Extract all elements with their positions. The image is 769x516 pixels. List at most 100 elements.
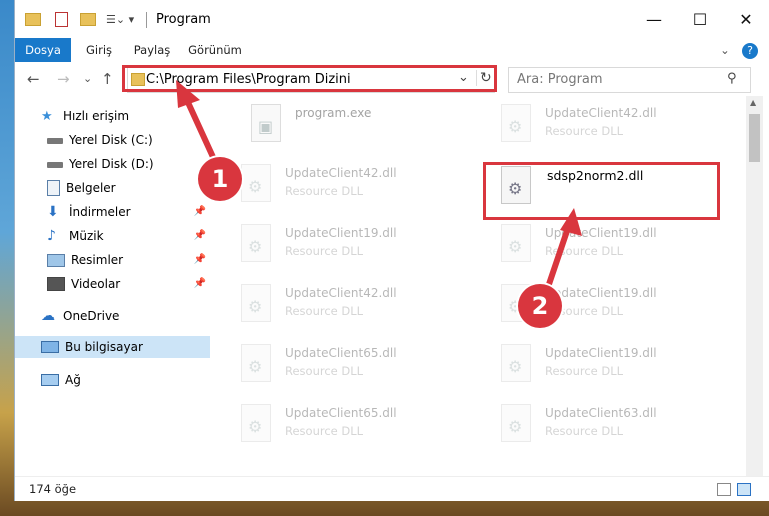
sidebar-item-label: Videolar: [71, 277, 121, 291]
pin-icon[interactable]: 📌: [194, 206, 206, 217]
music-icon: ♪: [47, 228, 56, 244]
cloud-icon: ☁: [41, 308, 55, 324]
file-item[interactable]: ⚙ UpdateClient42.dll Resource DLL: [211, 278, 446, 330]
ribbon-expand-icon[interactable]: ⌄: [715, 38, 735, 62]
sidebar-item-music[interactable]: ♪ Müzik 📌: [15, 225, 210, 247]
file-type: Resource DLL: [545, 124, 624, 138]
star-icon: ★: [41, 109, 53, 124]
sidebar-item-videos[interactable]: Videolar 📌: [15, 273, 210, 295]
up-button[interactable]: ↑: [101, 70, 114, 88]
sidebar-item-downloads[interactable]: ⬇ İndirmeler 📌: [15, 201, 210, 223]
step-marker-2: 2: [518, 284, 562, 328]
quick-access-toolbar: ☰⌄ ▾: [25, 10, 134, 28]
sidebar-item-label: Yerel Disk (D:): [69, 157, 154, 171]
pin-icon[interactable]: 📌: [194, 254, 206, 265]
file-item[interactable]: ⚙ UpdateClient42.dll Resource DLL: [471, 98, 706, 150]
sidebar-item-drive-c[interactable]: Yerel Disk (C:): [15, 129, 210, 151]
sidebar-item-label: Bu bilgisayar: [65, 340, 143, 354]
drive-icon: [47, 162, 63, 168]
search-box[interactable]: Ara: Program ⚲: [508, 67, 751, 93]
large-icons-view-icon[interactable]: [737, 483, 751, 496]
file-name: program.exe: [295, 106, 372, 120]
file-item[interactable]: ⚙ UpdateClient19.dll Resource DLL: [471, 278, 706, 330]
file-type: Resource DLL: [285, 364, 364, 378]
tab-file[interactable]: Dosya: [15, 38, 71, 62]
file-item[interactable]: ⚙ UpdateClient65.dll Resource DLL: [211, 338, 446, 390]
scroll-up-icon[interactable]: ▲: [750, 98, 756, 107]
drive-icon: [47, 138, 63, 144]
window-title: Program: [156, 12, 211, 27]
file-item[interactable]: ▣ program.exe: [221, 98, 456, 150]
tab-view[interactable]: Görünüm: [185, 38, 245, 62]
download-icon: ⬇: [47, 204, 59, 220]
minimize-button[interactable]: —: [631, 0, 677, 38]
dll-file-icon: ⚙: [241, 224, 271, 262]
status-bar: 174 öğe: [15, 476, 769, 501]
dll-file-icon: ⚙: [241, 164, 271, 202]
sidebar-item-label: OneDrive: [63, 309, 120, 323]
sidebar-item-this-pc[interactable]: Bu bilgisayar: [15, 336, 210, 358]
file-type: Resource DLL: [285, 304, 364, 318]
file-list: ▣ program.exe ⚙ UpdateClient42.dll Resou…: [211, 96, 746, 476]
sidebar-item-label: Resimler: [71, 253, 124, 267]
details-view-icon[interactable]: [717, 483, 731, 496]
tab-home[interactable]: Giriş: [77, 38, 121, 62]
file-item[interactable]: ⚙ UpdateClient63.dll Resource DLL: [471, 398, 706, 450]
sidebar-item-quick-access[interactable]: ★ Hızlı erişim: [15, 105, 210, 127]
dll-file-icon: ⚙: [241, 284, 271, 322]
file-item[interactable]: ⚙ UpdateClient65.dll Resource DLL: [211, 398, 446, 450]
file-item[interactable]: ⚙ UpdateClient19.dll Resource DLL: [471, 338, 706, 390]
properties-icon[interactable]: [55, 11, 68, 27]
close-button[interactable]: ✕: [723, 0, 769, 38]
pin-icon[interactable]: 📌: [194, 230, 206, 241]
sidebar-item-drive-d[interactable]: Yerel Disk (D:): [15, 153, 210, 175]
new-folder-icon[interactable]: [80, 12, 96, 26]
file-name: UpdateClient19.dll: [545, 226, 657, 240]
maximize-button[interactable]: ☐: [677, 0, 723, 38]
file-name: UpdateClient42.dll: [285, 286, 397, 300]
customize-toolbar-icon[interactable]: ☰⌄ ▾: [106, 13, 134, 26]
sidebar-item-label: Müzik: [69, 229, 104, 243]
dll-file-icon: ⚙: [501, 344, 531, 382]
sidebar-item-documents[interactable]: Belgeler: [15, 177, 210, 199]
file-item[interactable]: ⚙ UpdateClient19.dll Resource DLL: [471, 218, 706, 270]
scrollbar-thumb[interactable]: [749, 114, 760, 162]
sidebar-item-label: İndirmeler: [69, 205, 131, 219]
recent-locations-button[interactable]: ⌄: [83, 72, 92, 85]
file-item[interactable]: ⚙ UpdateClient42.dll Resource DLL: [211, 158, 446, 210]
file-type: Resource DLL: [285, 244, 364, 258]
file-name: UpdateClient63.dll: [545, 406, 657, 420]
help-glyph: ?: [742, 43, 758, 59]
file-name: UpdateClient42.dll: [545, 106, 657, 120]
computer-icon: [41, 341, 59, 353]
sidebar-item-pictures[interactable]: Resimler 📌: [15, 249, 210, 271]
file-item[interactable]: ⚙ UpdateClient19.dll Resource DLL: [211, 218, 446, 270]
step-marker-1: 1: [198, 157, 242, 201]
file-name: UpdateClient42.dll: [285, 166, 397, 180]
dll-file-icon: ⚙: [501, 404, 531, 442]
file-name: UpdateClient65.dll: [285, 346, 397, 360]
sidebar-item-network[interactable]: Ağ: [15, 369, 210, 391]
navigation-pane: ★ Hızlı erişim Yerel Disk (C:) Yerel Dis…: [15, 96, 210, 476]
pictures-icon: [47, 253, 65, 267]
search-placeholder[interactable]: Ara: Program: [517, 72, 603, 87]
tab-share[interactable]: Paylaş: [127, 38, 177, 62]
search-icon[interactable]: ⚲: [727, 71, 737, 86]
title-divider: [146, 12, 147, 28]
sidebar-item-label: Belgeler: [66, 181, 116, 195]
file-name: UpdateClient19.dll: [545, 346, 657, 360]
back-button[interactable]: ←: [27, 70, 40, 88]
file-type: Resource DLL: [285, 424, 364, 438]
pin-icon[interactable]: 📌: [194, 278, 206, 289]
exe-file-icon: ▣: [251, 104, 281, 142]
address-highlight-box: [122, 65, 497, 92]
vertical-scrollbar[interactable]: ▲: [746, 96, 763, 476]
file-type: Resource DLL: [545, 244, 624, 258]
sidebar-item-onedrive[interactable]: ☁ OneDrive: [15, 305, 210, 327]
sidebar-item-label: Hızlı erişim: [63, 109, 130, 123]
folder-icon: [25, 12, 41, 26]
forward-button[interactable]: →: [57, 70, 70, 88]
videos-icon: [47, 277, 65, 291]
help-icon[interactable]: ?: [739, 38, 761, 62]
dll-file-icon: ⚙: [501, 224, 531, 262]
